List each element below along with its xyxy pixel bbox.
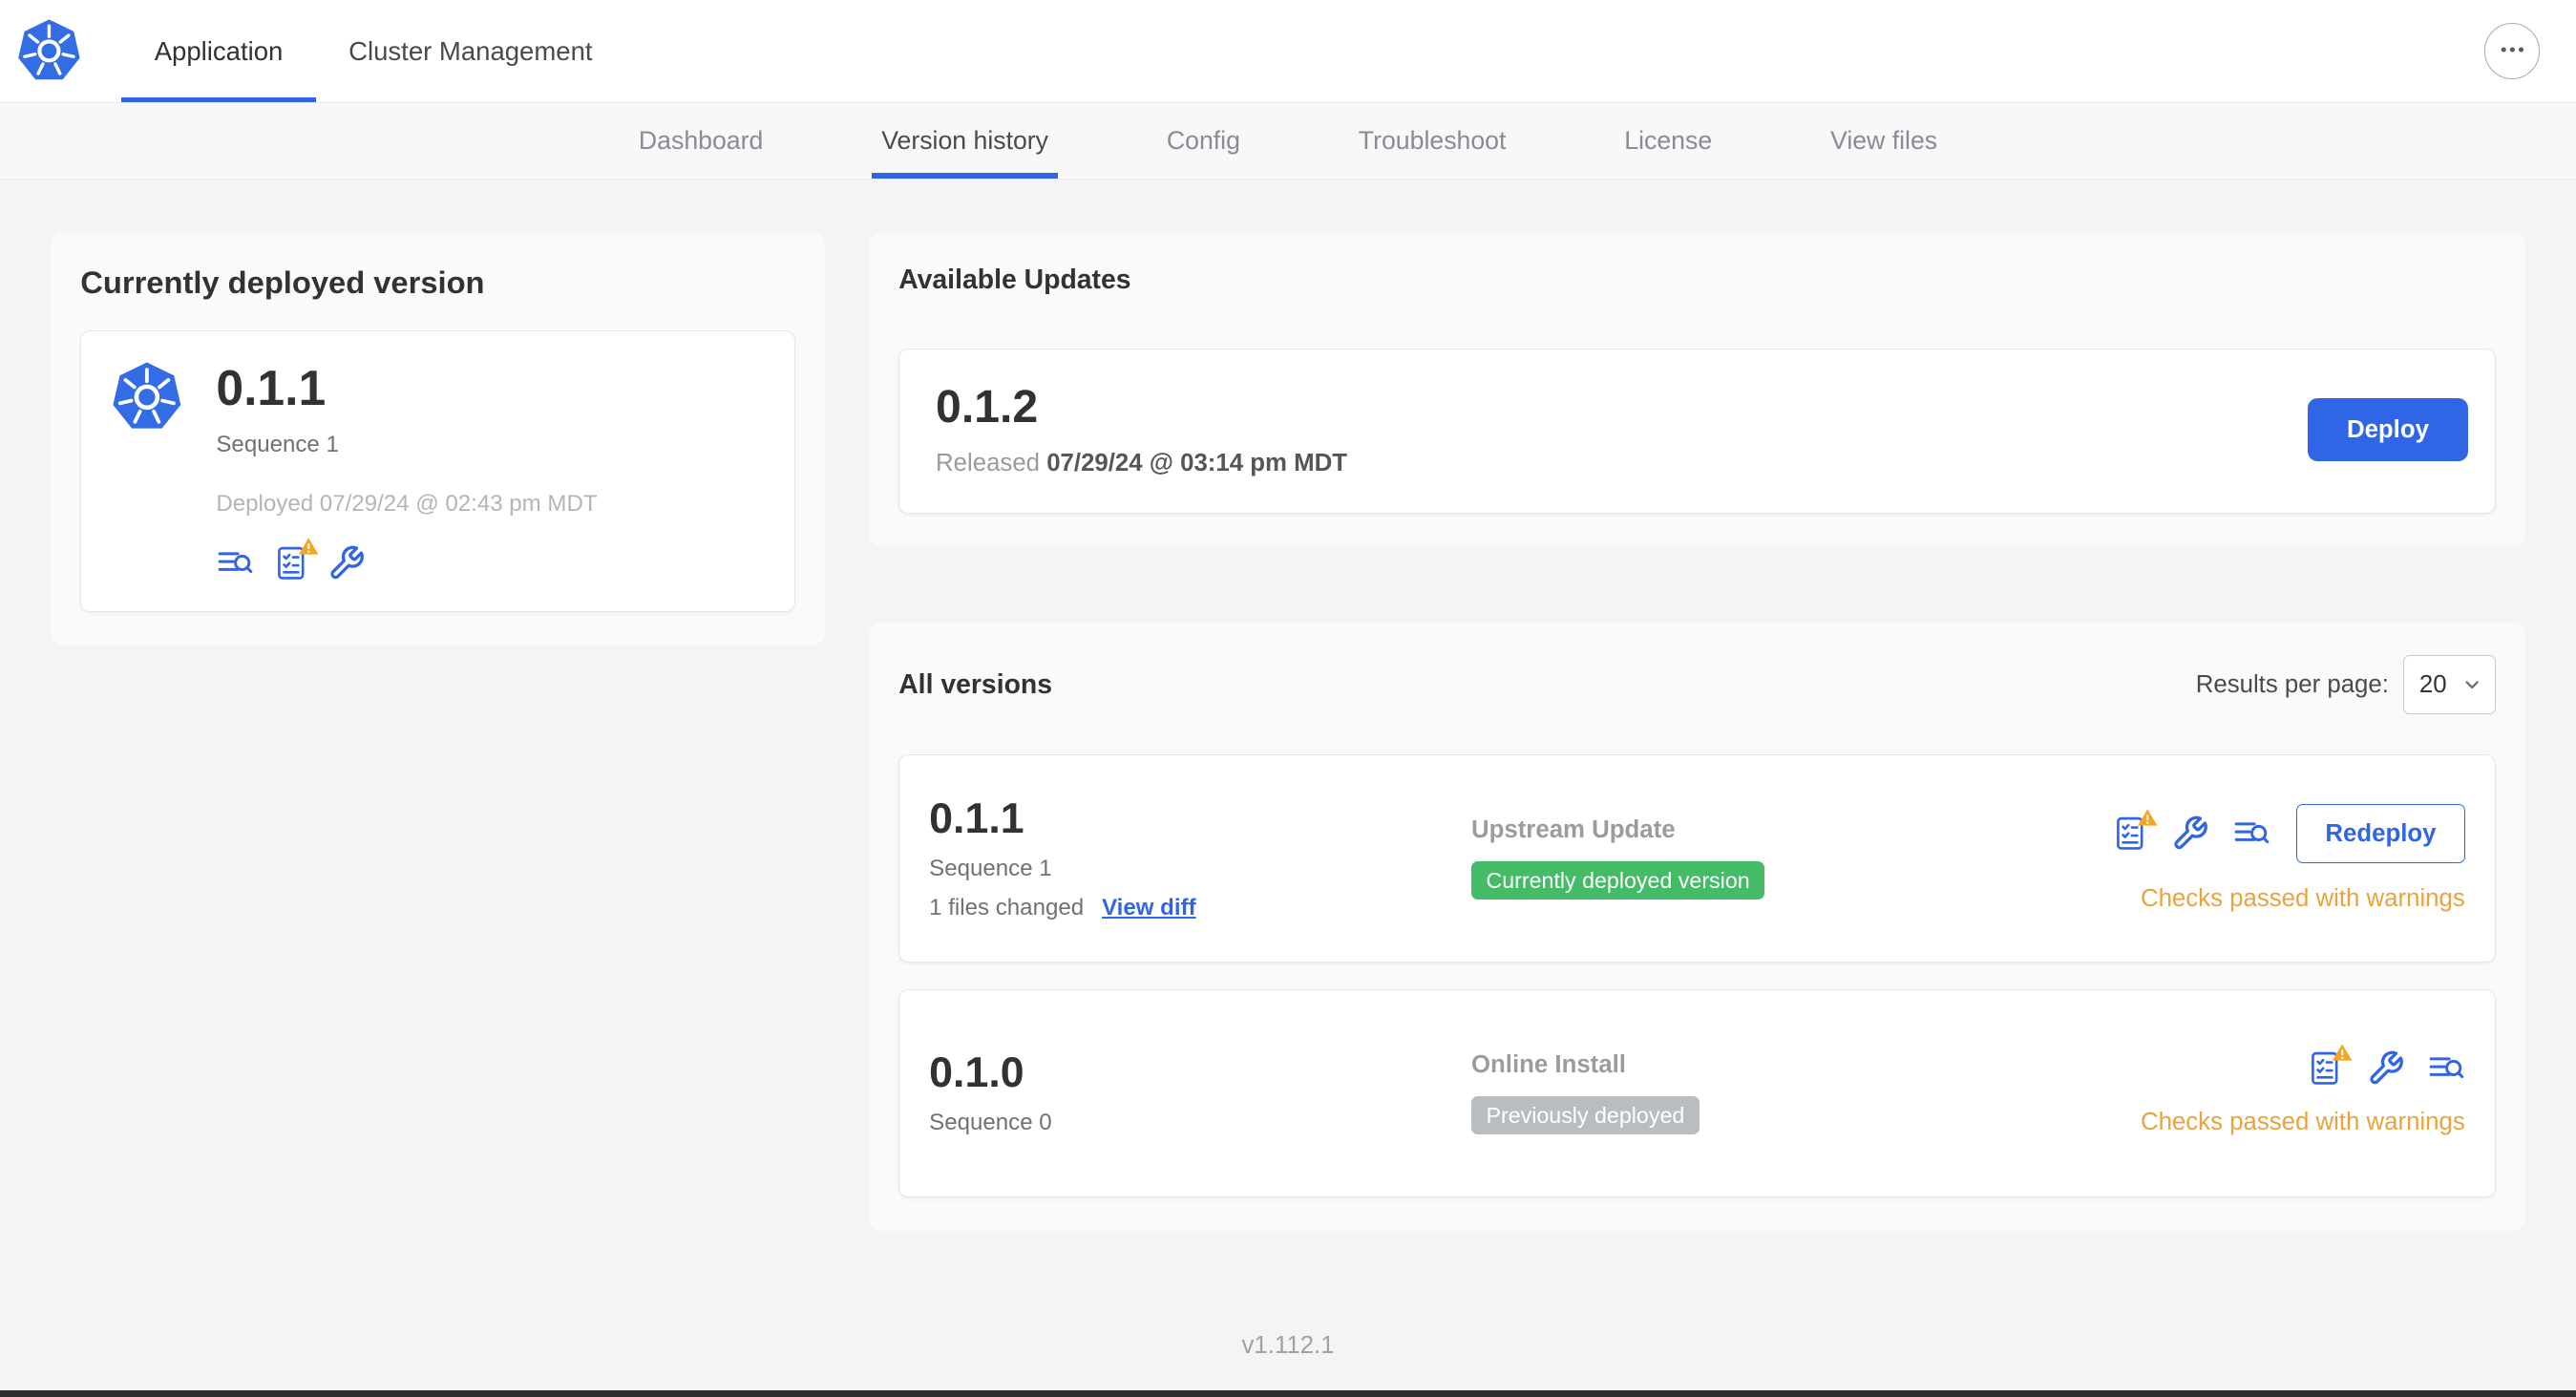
update-released-date: Released 07/29/24 @ 03:14 pm MDT xyxy=(936,450,1347,477)
preflight-checks-icon[interactable] xyxy=(2111,809,2158,853)
tab-dashboard-label: Dashboard xyxy=(638,125,764,155)
tab-version-history[interactable]: Version history xyxy=(871,103,1058,180)
app-subnav: Dashboard Version history Config Trouble… xyxy=(0,103,2576,180)
top-header: Application Cluster Management ••• xyxy=(0,0,2576,104)
deploy-button[interactable]: Deploy xyxy=(2307,397,2469,462)
current-version-actions xyxy=(216,538,597,582)
logs-icon[interactable] xyxy=(216,544,254,582)
actions-row xyxy=(2306,1044,2465,1088)
tab-view-files[interactable]: View files xyxy=(1821,103,1948,178)
version-row-actions: Redeploy Checks passed with warnings xyxy=(2111,804,2465,912)
wrench-icon[interactable] xyxy=(2171,815,2209,853)
released-prefix: Released xyxy=(936,449,1041,476)
top-nav: Application Cluster Management xyxy=(121,0,625,104)
currently-deployed-card: Currently deployed version 0.1.1 Sequenc… xyxy=(51,231,825,646)
tab-cluster-management[interactable]: Cluster Management xyxy=(316,0,625,102)
more-menu-button[interactable]: ••• xyxy=(2483,23,2541,79)
kubernetes-logo-icon xyxy=(16,0,82,102)
logs-icon[interactable] xyxy=(2427,1049,2465,1088)
console-version: v1.112.1 xyxy=(1241,1331,1335,1359)
preflight-checks-icon[interactable] xyxy=(2306,1044,2353,1088)
results-per-page-select[interactable]: 20 xyxy=(2403,655,2496,715)
version-source-label: Online Install xyxy=(1470,1051,1626,1079)
version-row-info: 0.1.1 Sequence 1 1 files changed View di… xyxy=(929,795,1471,922)
current-version-deployed-date: Deployed 07/29/24 @ 02:43 pm MDT xyxy=(216,491,598,518)
current-version-sequence: Sequence 1 xyxy=(216,431,339,457)
update-row: 0.1.2 Released 07/29/24 @ 03:14 pm MDT D… xyxy=(898,349,2496,515)
update-version-number: 0.1.2 xyxy=(936,381,1039,434)
checks-status-text: Checks passed with warnings xyxy=(2140,1109,2465,1136)
current-version-info: 0.1.1 Sequence 1 Deployed 07/29/24 @ 02:… xyxy=(216,359,598,582)
tab-application-label: Application xyxy=(154,35,284,66)
all-versions-header: All versions Results per page: 20 xyxy=(898,655,2496,715)
tab-cluster-management-label: Cluster Management xyxy=(348,35,593,66)
header-spacer xyxy=(625,0,2484,102)
tab-troubleshoot[interactable]: Troubleshoot xyxy=(1348,103,1515,178)
files-changed-line: 1 files changed View diff xyxy=(929,895,1471,921)
tab-config-label: Config xyxy=(1166,125,1240,155)
version-source-label: Upstream Update xyxy=(1470,816,1676,844)
chevron-down-icon xyxy=(2465,681,2480,689)
version-sequence: Sequence 1 xyxy=(929,855,1052,881)
app-footer: v1.112.1 xyxy=(0,1295,2576,1397)
right-column: Available Updates 0.1.2 Released 07/29/2… xyxy=(869,231,2525,1231)
version-row: 0.1.0 Sequence 0 Online Install Previous… xyxy=(898,988,2496,1198)
update-info: 0.1.2 Released 07/29/24 @ 03:14 pm MDT xyxy=(936,382,1347,476)
version-row-source: Online Install Previously deployed xyxy=(1470,1051,2141,1135)
version-row: 0.1.1 Sequence 1 1 files changed View di… xyxy=(898,753,2496,963)
version-row-info: 0.1.0 Sequence 0 xyxy=(929,1049,1471,1136)
wrench-icon[interactable] xyxy=(2367,1049,2405,1088)
currently-deployed-title: Currently deployed version xyxy=(80,264,485,300)
version-sequence: Sequence 0 xyxy=(929,1110,1052,1136)
files-changed-label: 1 files changed xyxy=(929,895,1085,921)
tab-application[interactable]: Application xyxy=(121,0,317,104)
tab-version-history-label: Version history xyxy=(881,125,1049,155)
current-version-card: 0.1.1 Sequence 1 Deployed 07/29/24 @ 02:… xyxy=(80,329,795,613)
results-per-page-value: 20 xyxy=(2418,670,2447,698)
results-per-page-label: Results per page: xyxy=(2195,670,2389,698)
all-versions-card: All versions Results per page: 20 0.1.1 … xyxy=(869,623,2525,1231)
tab-config[interactable]: Config xyxy=(1157,103,1251,178)
logs-icon[interactable] xyxy=(2232,815,2270,853)
redeploy-button[interactable]: Redeploy xyxy=(2296,804,2465,864)
main-content: Currently deployed version 0.1.1 Sequenc… xyxy=(0,180,2576,1295)
tab-troubleshoot-label: Troubleshoot xyxy=(1358,125,1507,155)
version-row-source: Upstream Update Currently deployed versi… xyxy=(1470,816,2111,900)
kubernetes-logo-icon xyxy=(111,361,183,582)
status-badge: Previously deployed xyxy=(1470,1095,1700,1135)
tab-view-files-label: View files xyxy=(1830,125,1938,155)
tab-dashboard[interactable]: Dashboard xyxy=(629,103,773,178)
released-date: 07/29/24 @ 03:14 pm MDT xyxy=(1046,449,1347,476)
admin-console: Application Cluster Management ••• Dashb… xyxy=(0,0,2576,1397)
view-diff-link[interactable]: View diff xyxy=(1102,895,1196,921)
version-number: 0.1.0 xyxy=(929,1049,1024,1097)
available-updates-card: Available Updates 0.1.2 Released 07/29/2… xyxy=(869,231,2525,547)
available-updates-title: Available Updates xyxy=(898,264,1131,295)
wrench-icon[interactable] xyxy=(327,544,366,582)
actions-row: Redeploy xyxy=(2111,804,2465,864)
results-per-page: Results per page: 20 xyxy=(2195,655,2496,715)
preflight-checks-icon[interactable] xyxy=(272,538,319,582)
version-row-actions: Checks passed with warnings xyxy=(2140,1044,2465,1136)
version-number: 0.1.1 xyxy=(929,794,1024,842)
tab-license[interactable]: License xyxy=(1615,103,1722,178)
tab-license-label: License xyxy=(1624,125,1713,155)
current-version-number: 0.1.1 xyxy=(216,359,327,415)
all-versions-title: All versions xyxy=(898,668,1053,700)
checks-status-text: Checks passed with warnings xyxy=(2140,884,2465,912)
status-badge: Currently deployed version xyxy=(1470,860,1765,900)
ellipsis-icon: ••• xyxy=(2500,40,2527,61)
